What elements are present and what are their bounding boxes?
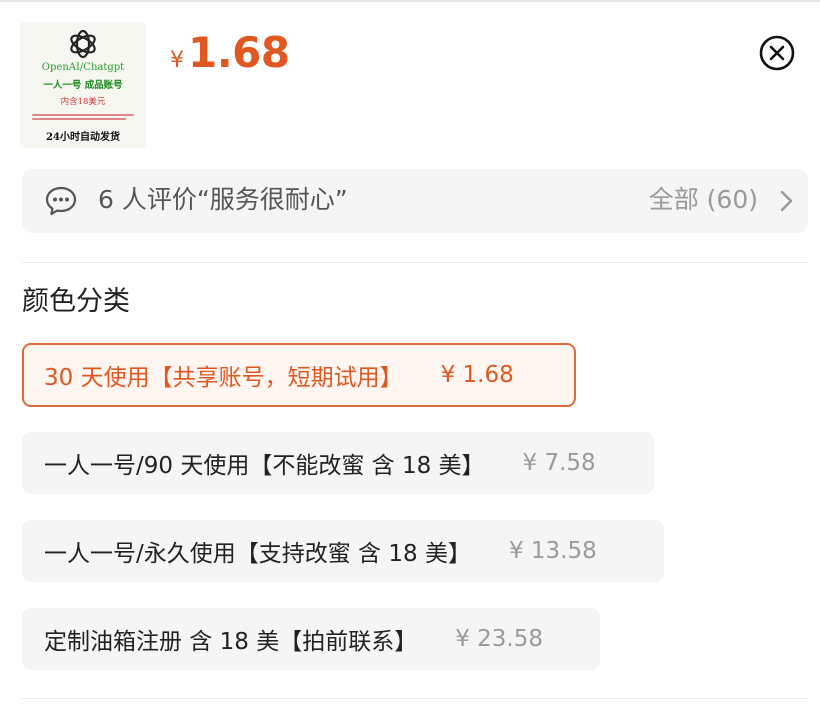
bottom-divider [22, 698, 808, 699]
thumbnail-line-3: 内含18美元 [60, 97, 106, 107]
variant-option-90-day-personal[interactable]: 一人一号/90 天使用【不能改蜜 含 18 美】 ¥ 7.58 [22, 432, 654, 494]
chat-bubble-icon [45, 186, 77, 216]
close-button[interactable] [759, 35, 795, 71]
review-summary-bar[interactable]: 6 人评价“服务很耐心” 全部 (60) [22, 169, 808, 233]
all-reviews-link[interactable]: 全部 (60) [649, 183, 758, 217]
thumbnail-line-1: OpenAI/Chatgpt [41, 62, 125, 73]
variant-option-30-day-shared[interactable]: 30 天使用【共享账号，短期试用】 ¥ 1.68 [22, 343, 576, 407]
price-value: 1.68 [188, 28, 290, 77]
product-thumbnail[interactable]: OpenAI/Chatgpt 一人一号 成品账号 内含18美元 24小时自动发货 [20, 22, 146, 148]
top-divider [0, 0, 820, 2]
product-price: ¥ 1.68 [170, 28, 290, 77]
variant-option-permanent-personal[interactable]: 一人一号/永久使用【支持改蜜 含 18 美】 ¥ 13.58 [22, 520, 664, 582]
section-divider [22, 262, 808, 263]
variant-option-price: ¥ 13.58 [508, 538, 597, 564]
openai-logo-icon [70, 29, 96, 59]
chevron-right-icon [780, 190, 793, 212]
close-circle-icon [759, 35, 795, 71]
thumbnail-line-5: 24小时自动发货 [46, 132, 120, 143]
variant-option-name: 一人一号/90 天使用【不能改蜜 含 18 美】 [44, 453, 485, 479]
variant-option-name: 30 天使用【共享账号，短期试用】 [44, 365, 403, 391]
variant-option-custom-email-registration[interactable]: 定制油箱注册 含 18 美【拍前联系】 ¥ 23.58 [22, 608, 600, 670]
variant-option-price: ¥ 23.58 [455, 626, 543, 652]
thumbnail-line-2: 一人一号 成品账号 [43, 80, 123, 91]
price-currency: ¥ [170, 48, 184, 73]
review-highlight-text: 6 人评价“服务很耐心” [98, 185, 348, 214]
variant-section-title: 颜色分类 [22, 286, 130, 317]
variant-option-price: ¥ 7.58 [522, 450, 596, 476]
variant-option-price: ¥ 1.68 [440, 362, 514, 388]
variant-option-name: 一人一号/永久使用【支持改蜜 含 18 美】 [44, 541, 471, 567]
thumbnail-fine-print [32, 112, 134, 124]
variant-option-name: 定制油箱注册 含 18 美【拍前联系】 [44, 629, 418, 655]
